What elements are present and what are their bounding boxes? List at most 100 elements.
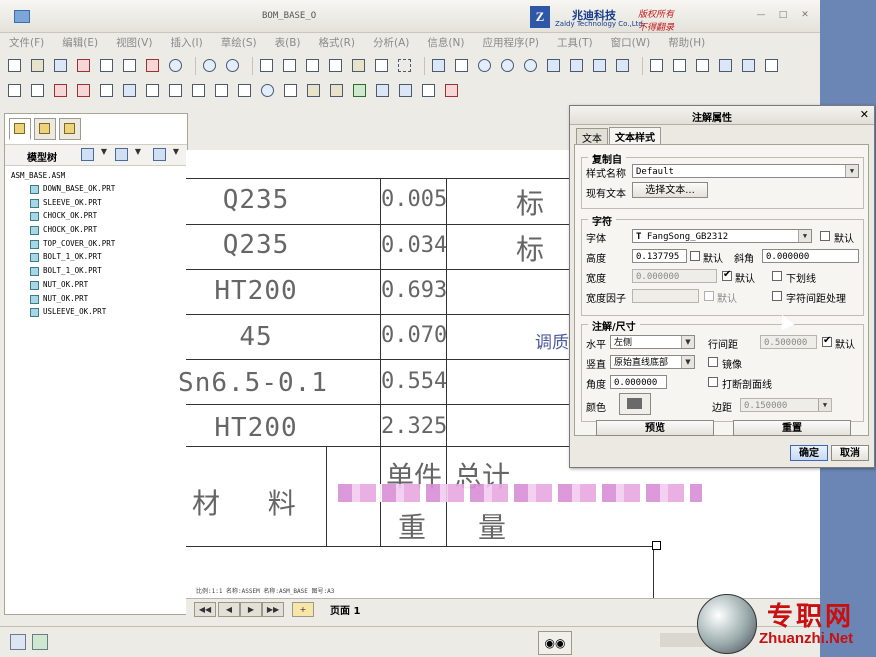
menu-tools[interactable]: 工具(T) (548, 33, 602, 51)
last-page-button[interactable]: ▶▶ (262, 602, 284, 617)
saved-views-icon[interactable] (591, 57, 609, 75)
column-menu-button[interactable]: ▼ (153, 147, 179, 162)
font-select[interactable]: T FangSong_GB2312 ▼ (632, 229, 812, 243)
cancel-button[interactable]: 取消 (831, 445, 869, 461)
reorient-icon[interactable] (568, 57, 586, 75)
update-sheets-icon[interactable] (121, 82, 139, 100)
model-display-icon[interactable] (763, 57, 781, 75)
menu-table[interactable]: 表(B) (266, 33, 310, 51)
selection-filter-icon[interactable] (396, 57, 414, 75)
show-menu-button[interactable]: ▼ (81, 147, 107, 162)
orient-mode-icon[interactable] (476, 57, 494, 75)
open-folder-icon[interactable] (29, 57, 47, 75)
horizontal-select[interactable]: 左侧 ▼ (610, 335, 695, 349)
shading-icon[interactable] (717, 57, 735, 75)
browser-toggle-icon[interactable] (32, 634, 48, 650)
line-spacing-input[interactable]: 0.500000 (760, 335, 817, 349)
font-default-checkbox[interactable] (820, 231, 830, 241)
maximize-icon[interactable]: □ (776, 9, 790, 21)
zoom-in-icon[interactable] (499, 57, 517, 75)
hidden-line-icon[interactable] (671, 57, 689, 75)
copy-icon[interactable] (281, 57, 299, 75)
menu-insert[interactable]: 插入(I) (161, 33, 211, 51)
width-factor-input[interactable] (632, 289, 699, 303)
find-binoculars-icon[interactable]: ◉◉ (538, 631, 572, 655)
tab-model-tree[interactable] (9, 118, 31, 140)
tree-item[interactable]: TOP_COVER_OK.PRT (11, 237, 115, 251)
tree-item[interactable]: DOWN_BASE_OK.PRT (11, 182, 115, 196)
next-page-button[interactable]: ▶ (240, 602, 262, 617)
tree-item[interactable]: NUT_OK.PRT (11, 278, 115, 292)
tab-text[interactable]: 文本 (576, 128, 608, 145)
sketch-line-icon[interactable] (6, 82, 24, 100)
width-input[interactable]: 0.000000 (632, 269, 717, 283)
tab-favorites[interactable] (59, 118, 81, 140)
underline-checkbox[interactable] (772, 271, 782, 281)
kerning-checkbox[interactable] (772, 291, 782, 301)
repeat-region-icon[interactable] (397, 82, 415, 100)
enhanced-realism-icon[interactable] (740, 57, 758, 75)
select-text-button[interactable]: 选择文本... (632, 182, 708, 198)
find-icon[interactable] (373, 57, 391, 75)
tree-item[interactable]: BOLT_1_OK.PRT (11, 264, 115, 278)
angle-input[interactable]: 0.000000 (610, 375, 667, 389)
tree-item[interactable]: BOLT_1_OK.PRT (11, 250, 115, 264)
mirror-checkbox[interactable] (708, 357, 718, 367)
export-pdf-icon[interactable] (144, 57, 162, 75)
hatch-icon[interactable] (282, 82, 300, 100)
table-icon[interactable] (190, 82, 208, 100)
dimension-icon[interactable] (305, 82, 323, 100)
paste-special-icon[interactable] (327, 57, 345, 75)
move-special-icon[interactable] (144, 82, 162, 100)
reset-button[interactable]: 重置 (733, 420, 851, 436)
menu-file[interactable]: 文件(F) (0, 33, 53, 51)
tree-item[interactable]: CHOCK_OK.PRT (11, 209, 115, 223)
close-x-icon[interactable] (98, 82, 116, 100)
new-file-icon[interactable] (6, 57, 24, 75)
height-default-checkbox[interactable] (690, 251, 700, 261)
delete-items-icon[interactable] (52, 82, 70, 100)
ordinate-icon[interactable] (328, 82, 346, 100)
symbol-icon[interactable] (259, 82, 277, 100)
tree-item[interactable]: SLEEVE_OK.PRT (11, 196, 115, 210)
undo-icon[interactable] (201, 57, 219, 75)
settings-menu-button[interactable]: ▼ (115, 147, 141, 162)
ok-button[interactable]: 确定 (790, 445, 828, 461)
text-style-icon[interactable] (213, 82, 231, 100)
first-page-button[interactable]: ◀◀ (194, 602, 216, 617)
preview-button[interactable]: 预览 (596, 420, 714, 436)
erase-icon[interactable] (75, 82, 93, 100)
vertical-select[interactable]: 原始直线底部 ▼ (610, 355, 695, 369)
menu-sketch[interactable]: 草绘(S) (212, 33, 266, 51)
tab-text-style[interactable]: 文本样式 (609, 127, 661, 145)
menu-view[interactable]: 视图(V) (107, 33, 161, 51)
layers-icon[interactable] (614, 57, 632, 75)
page-label[interactable]: 页面 1 (330, 602, 360, 617)
width-factor-default-checkbox[interactable] (704, 291, 714, 301)
menu-applications[interactable]: 应用程序(P) (473, 33, 548, 51)
tree-root-assembly[interactable]: ASM_BASE.ASM (11, 169, 115, 182)
new-page-icon[interactable]: + (292, 602, 314, 617)
spin-center-icon[interactable] (453, 57, 471, 75)
regenerate-icon[interactable] (350, 57, 368, 75)
menu-info[interactable]: 信息(N) (418, 33, 473, 51)
width-default-checkbox[interactable] (722, 269, 732, 281)
height-input[interactable]: 0.137795 (632, 249, 687, 263)
tolerance-icon[interactable] (351, 82, 369, 100)
zoom-out-icon[interactable] (522, 57, 540, 75)
style-name-select[interactable]: Default ▼ (632, 164, 859, 178)
break-hatch-checkbox[interactable] (708, 377, 718, 387)
minimize-icon[interactable]: — (754, 9, 768, 21)
save-as-icon[interactable] (75, 57, 93, 75)
context-help-icon[interactable] (443, 82, 461, 100)
selection-handle[interactable] (652, 541, 661, 550)
no-hidden-icon[interactable] (694, 57, 712, 75)
margin-select[interactable]: 0.150000 ▼ (740, 398, 832, 412)
tab-folder-browser[interactable] (34, 118, 56, 140)
tree-item[interactable]: CHOCK_OK.PRT (11, 223, 115, 237)
prev-page-button[interactable]: ◀ (218, 602, 240, 617)
menu-edit[interactable]: 编辑(E) (53, 33, 107, 51)
redo-icon[interactable] (224, 57, 242, 75)
color-picker-button[interactable] (619, 393, 651, 415)
save-icon[interactable] (52, 57, 70, 75)
